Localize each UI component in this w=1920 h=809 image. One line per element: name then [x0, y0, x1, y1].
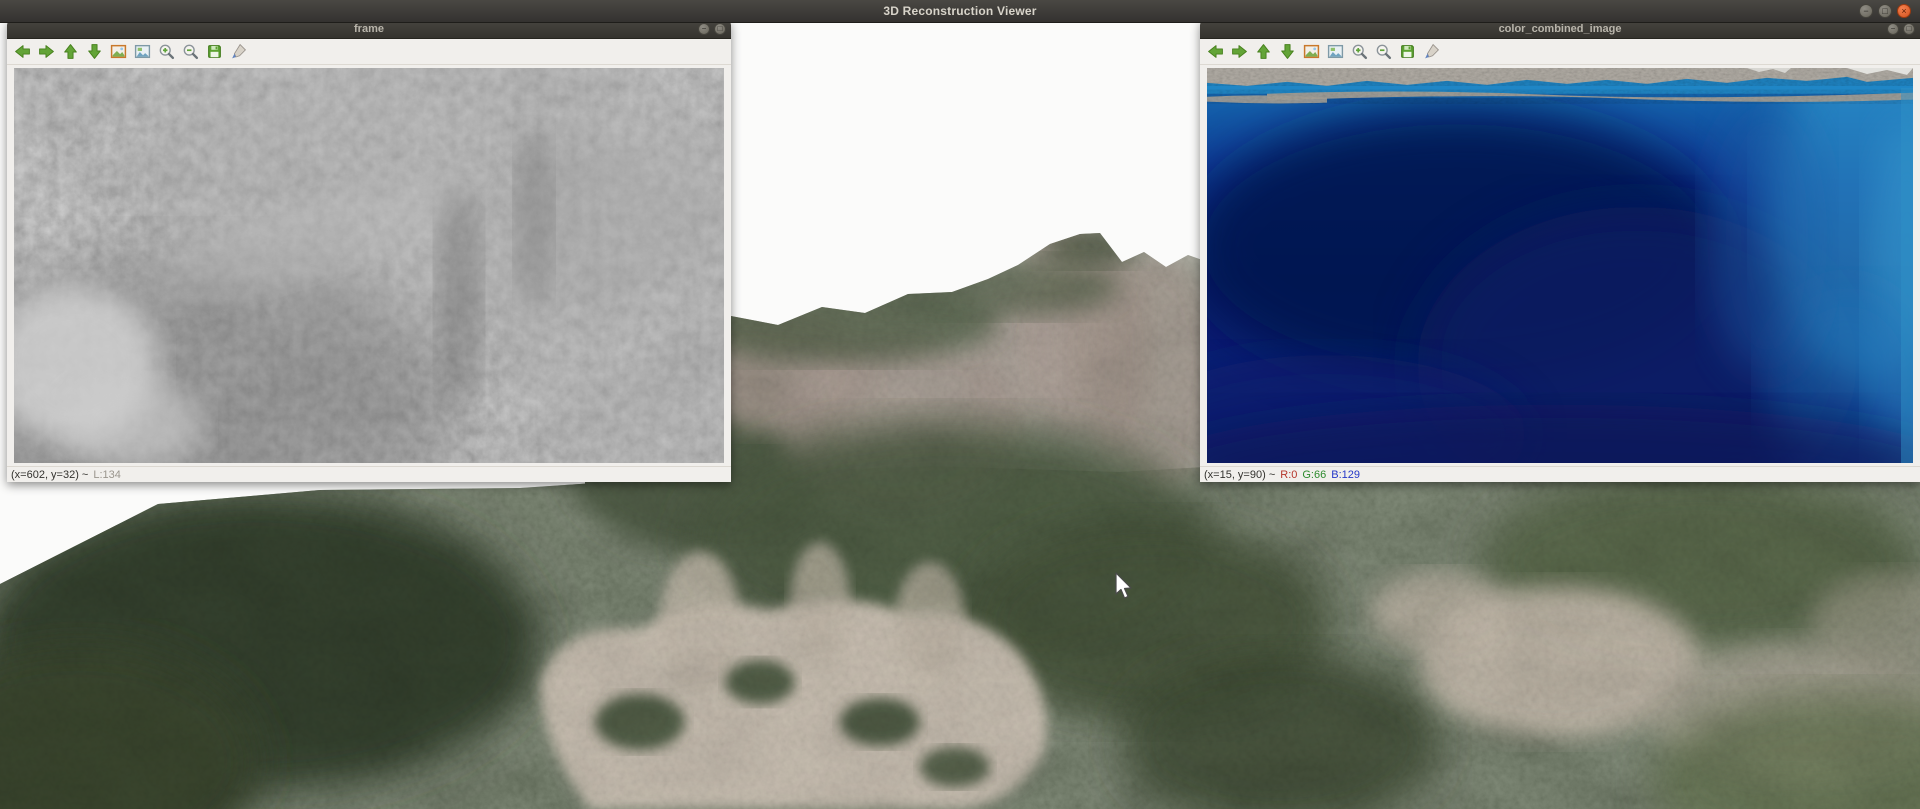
frame-window-title: frame [354, 23, 384, 35]
properties-icon[interactable] [228, 41, 249, 62]
pixel-green-value: G:66 [1302, 469, 1326, 481]
properties-icon[interactable] [1421, 41, 1442, 62]
zoom-in-icon[interactable] [1349, 41, 1370, 62]
color-window-title: color_combined_image [1499, 23, 1622, 35]
frame-window: frame −□ [7, 20, 731, 482]
frame-toolbar [7, 39, 731, 65]
depth-color-render [1207, 68, 1913, 463]
zoom-in-icon[interactable] [156, 41, 177, 62]
pan-left-icon[interactable] [1205, 41, 1226, 62]
minimize-button[interactable]: − [1859, 4, 1873, 18]
close-button[interactable]: × [1897, 4, 1911, 18]
maximize-button[interactable]: □ [1878, 4, 1892, 18]
maximize-button[interactable]: □ [1903, 23, 1915, 35]
frame-image-view[interactable] [14, 68, 724, 463]
zoom-x1-icon[interactable] [1301, 41, 1322, 62]
zoom-x30-icon[interactable] [1325, 41, 1346, 62]
zoom-x30-icon[interactable] [132, 41, 153, 62]
save-icon[interactable] [204, 41, 225, 62]
pan-up-icon[interactable] [1253, 41, 1274, 62]
pixel-red-value: R:0 [1280, 469, 1297, 481]
desktop-panel: 3D Reconstruction Viewer −□ × [0, 0, 1920, 23]
pan-left-icon[interactable] [12, 41, 33, 62]
zoom-x1-icon[interactable] [108, 41, 129, 62]
window-controls: −□ × [1859, 4, 1911, 18]
maximize-button[interactable]: □ [714, 23, 726, 35]
zoom-out-icon[interactable] [180, 41, 201, 62]
color-statusbar: (x=15, y=90) ~ R:0 G:66 B:129 [1200, 466, 1920, 482]
save-icon[interactable] [1397, 41, 1418, 62]
color-window-controls: −□ [1887, 23, 1915, 35]
color-combined-window: color_combined_image −□ [1200, 20, 1920, 482]
zoom-out-icon[interactable] [1373, 41, 1394, 62]
minimize-button[interactable]: − [698, 23, 710, 35]
color-toolbar [1200, 39, 1920, 65]
pan-down-icon[interactable] [1277, 41, 1298, 62]
pixel-coordinates: (x=15, y=90) ~ [1204, 469, 1275, 481]
frame-statusbar: (x=602, y=32) ~ L:134 [7, 466, 731, 482]
pixel-coordinates: (x=602, y=32) ~ [11, 469, 88, 481]
pan-up-icon[interactable] [60, 41, 81, 62]
app-title: 3D Reconstruction Viewer [883, 4, 1036, 18]
minimize-button[interactable]: − [1887, 23, 1899, 35]
pan-right-icon[interactable] [1229, 41, 1250, 62]
frame-window-controls: −□ [698, 23, 726, 35]
frame-grayscale-render [14, 68, 724, 463]
pan-right-icon[interactable] [36, 41, 57, 62]
pan-down-icon[interactable] [84, 41, 105, 62]
color-image-view[interactable] [1207, 68, 1913, 463]
pixel-blue-value: B:129 [1331, 469, 1360, 481]
pixel-luma-value: L:134 [93, 469, 121, 481]
